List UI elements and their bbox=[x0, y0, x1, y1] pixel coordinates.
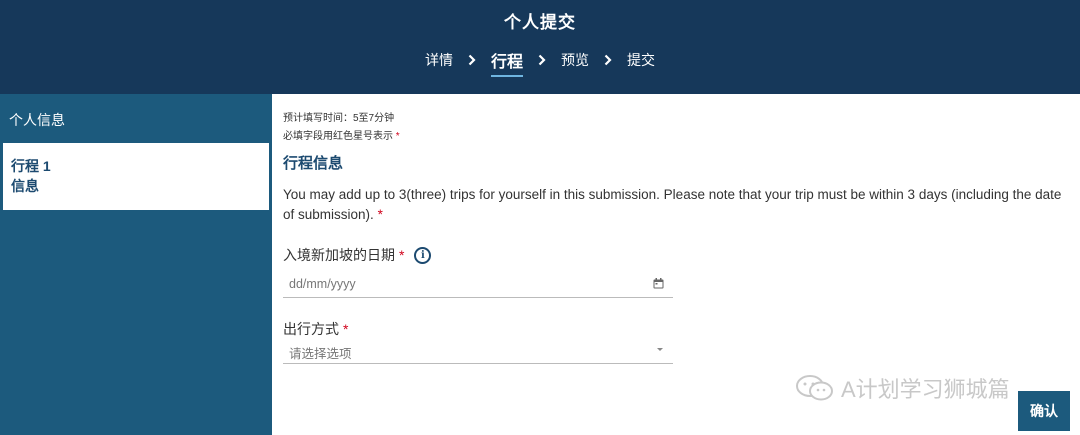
page-title: 个人提交 bbox=[504, 13, 576, 32]
top-header: 个人提交 详情 行程 预览 提交 bbox=[0, 0, 1080, 94]
watermark-text: A计划学习狮城篇 bbox=[841, 377, 1010, 402]
step-preview[interactable]: 预览 bbox=[555, 50, 595, 70]
travel-label-text: 出行方式 bbox=[283, 321, 339, 337]
chevron-right-icon bbox=[595, 52, 621, 68]
sidebar-item-trip-1[interactable]: 行程 1 信息 bbox=[3, 143, 269, 210]
sidebar-item-personal-info[interactable]: 个人信息 bbox=[9, 110, 65, 130]
travel-mode-label: 出行方式 * bbox=[283, 319, 348, 339]
entry-date-input[interactable]: dd/mm/yyyy bbox=[283, 272, 673, 298]
chevron-right-icon bbox=[459, 52, 485, 68]
date-placeholder: dd/mm/yyyy bbox=[289, 277, 356, 291]
info-icon[interactable]: i bbox=[414, 246, 432, 264]
sidebar-card-line2: 信息 bbox=[11, 178, 39, 194]
confirm-button[interactable]: 确认 bbox=[1018, 391, 1070, 431]
sidebar: 个人信息 行程 1 信息 bbox=[0, 94, 272, 435]
required-note-text: 必填字段用红色星号表示 bbox=[283, 131, 393, 142]
trip-description: You may add up to 3(three) trips for you… bbox=[283, 185, 1063, 225]
required-asterisk: * bbox=[399, 247, 405, 263]
travel-mode-select[interactable]: 请选择选项 bbox=[283, 338, 673, 364]
step-navigation: 详情 行程 预览 提交 bbox=[0, 48, 1080, 77]
date-label-text: 入境新加坡的日期 bbox=[283, 247, 395, 263]
wechat-icon bbox=[796, 375, 833, 401]
required-asterisk: * bbox=[395, 131, 400, 142]
dropdown-arrow-icon bbox=[657, 348, 663, 351]
calendar-icon[interactable] bbox=[653, 278, 664, 289]
required-asterisk: * bbox=[343, 321, 349, 337]
estimated-time: 预计填写时间：5至7分钟 bbox=[283, 113, 395, 124]
watermark: A计划学习狮城篇 bbox=[795, 372, 1010, 404]
section-title: 行程信息 bbox=[283, 155, 344, 172]
chevron-right-icon bbox=[529, 52, 555, 68]
date-field-label: 入境新加坡的日期 * i bbox=[283, 245, 432, 265]
sidebar-card-line1: 行程 1 bbox=[11, 158, 51, 174]
step-details[interactable]: 详情 bbox=[419, 50, 459, 70]
description-text: You may add up to 3(three) trips for you… bbox=[283, 187, 1062, 222]
required-note: 必填字段用红色星号表示 * bbox=[283, 127, 400, 142]
step-submit[interactable]: 提交 bbox=[621, 50, 661, 70]
select-placeholder: 请选择选项 bbox=[289, 347, 352, 361]
required-asterisk: * bbox=[377, 207, 383, 222]
step-itinerary[interactable]: 行程 bbox=[485, 48, 529, 77]
